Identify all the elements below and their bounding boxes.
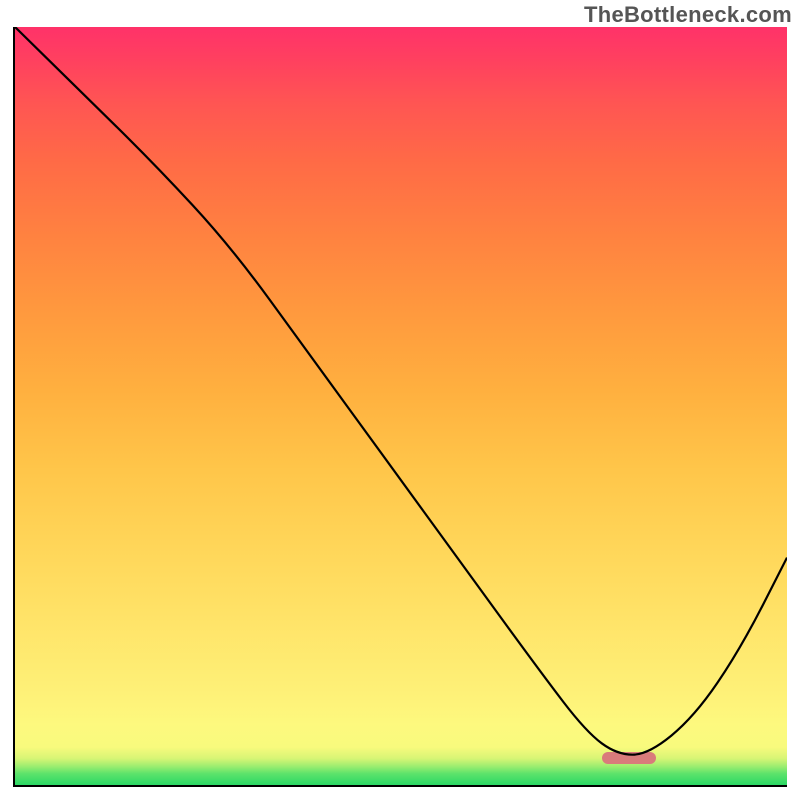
plot-axes-frame — [13, 27, 787, 787]
bottleneck-curve — [15, 27, 787, 755]
plot-area — [15, 27, 787, 785]
chart-container: TheBottleneck.com — [0, 0, 800, 800]
curve-svg — [15, 27, 787, 785]
watermark-text: TheBottleneck.com — [584, 2, 792, 28]
